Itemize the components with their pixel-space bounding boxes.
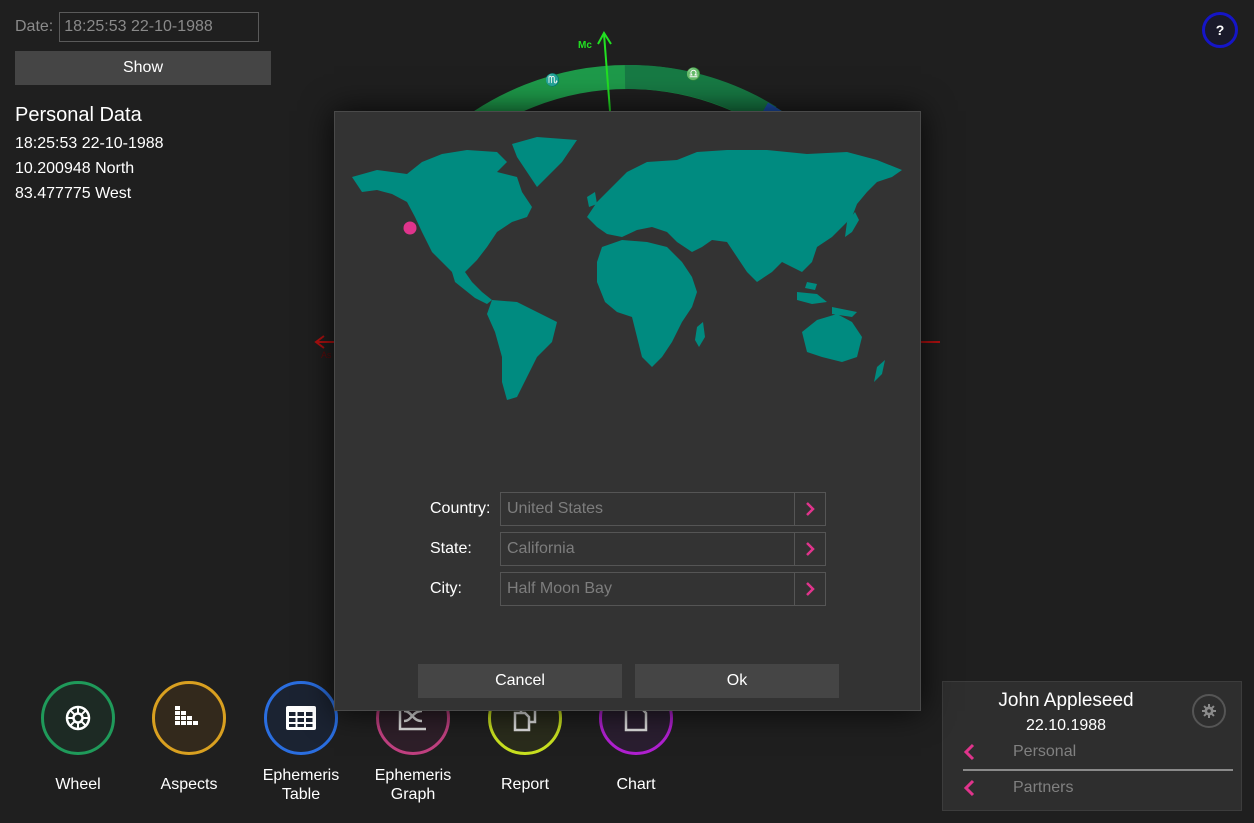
state-field[interactable]: California: [500, 532, 826, 566]
mc-arrow: [603, 33, 611, 112]
country-value: United States: [507, 500, 604, 517]
nav-wheel-circle[interactable]: [41, 681, 115, 755]
help-button[interactable]: ?: [1202, 12, 1238, 48]
nav-aspects-circle[interactable]: [152, 681, 226, 755]
location-form: Country: United States State: California…: [430, 492, 826, 612]
city-select-button[interactable]: [794, 573, 825, 605]
nav-aspects[interactable]: Aspects: [134, 681, 244, 794]
continent-australia: [802, 314, 862, 362]
settings-button[interactable]: [1192, 694, 1226, 728]
continent-africa: [597, 240, 697, 367]
nav-report-label: Report: [500, 776, 550, 793]
state-select-button[interactable]: [794, 533, 825, 565]
date-label: Date:: [15, 18, 54, 35]
chevron-right-icon: [806, 542, 815, 556]
city-value: Half Moon Bay: [507, 580, 612, 597]
sign-libra-icon: ♎: [686, 67, 701, 81]
nav-ephemeris-table-circle[interactable]: [264, 681, 338, 755]
chevron-left-icon: [963, 779, 975, 797]
personal-latitude: 10.200948 North: [15, 160, 135, 177]
personal-data-panel: Personal Data 18:25:53 22-10-1988 10.200…: [15, 104, 164, 206]
city-row: City: Half Moon Bay: [430, 572, 826, 606]
profile-name: John Appleseed: [998, 690, 1134, 711]
profile-item-partners[interactable]: Partners: [963, 773, 1233, 803]
nav-ephemeris-table-label: Ephemeris Table: [262, 767, 340, 803]
wheel-icon: [65, 705, 91, 731]
personal-longitude: 83.477775 West: [15, 185, 132, 202]
asc-label: As: [321, 350, 332, 360]
date-row: Date:: [15, 12, 260, 42]
island-new-zealand: [874, 360, 885, 382]
state-label: State:: [430, 540, 472, 557]
asc-arrowhead: [314, 335, 325, 349]
island-madagascar: [695, 322, 705, 347]
country-label: Country:: [430, 500, 491, 517]
city-label: City:: [430, 580, 462, 597]
city-field[interactable]: Half Moon Bay: [500, 572, 826, 606]
profile-card: John Appleseed 22.10.1988 Personal Partn…: [942, 681, 1242, 811]
country-field[interactable]: United States: [500, 492, 826, 526]
state-value: California: [507, 540, 575, 557]
nav-ephemeris-graph-label: Ephemeris Graph: [374, 767, 452, 803]
profile-date: 22.10.1988: [1025, 717, 1107, 734]
continent-greenland: [512, 137, 577, 187]
continent-central-america: [452, 272, 492, 304]
aspects-icon: [175, 706, 198, 725]
cancel-button[interactable]: Cancel: [418, 664, 622, 698]
country-row: Country: United States: [430, 492, 826, 526]
ok-button[interactable]: Ok: [635, 664, 839, 698]
country-select-button[interactable]: [794, 493, 825, 525]
date-input[interactable]: [59, 12, 260, 42]
nav-wheel[interactable]: Wheel: [23, 681, 133, 794]
table-icon: [286, 706, 316, 730]
profile-item-label: Personal: [1013, 743, 1077, 760]
continent-south-america: [487, 300, 557, 400]
world-map[interactable]: [347, 132, 912, 412]
show-button[interactable]: Show: [15, 51, 271, 85]
chevron-right-icon: [806, 502, 815, 516]
location-dialog: Country: United States State: California…: [334, 111, 921, 711]
profile-item-personal[interactable]: Personal: [963, 737, 1233, 767]
nav-chart-label: Chart: [616, 776, 656, 793]
sign-scorpio-icon: ♏: [545, 73, 560, 87]
profile-item-label: Partners: [1013, 779, 1074, 796]
state-row: State: California: [430, 532, 826, 566]
question-icon: ?: [1215, 22, 1225, 38]
chevron-right-icon: [806, 582, 815, 596]
divider: [963, 769, 1233, 771]
islands-southeast-asia: [797, 282, 857, 317]
nav-wheel-label: Wheel: [55, 776, 101, 793]
personal-data-title: Personal Data: [15, 104, 142, 126]
chevron-left-icon: [963, 743, 975, 761]
gear-icon: [1202, 704, 1216, 718]
nav-aspects-label: Aspects: [160, 776, 218, 793]
personal-datetime: 18:25:53 22-10-1988: [15, 135, 164, 152]
continent-north-america: [352, 150, 532, 282]
mc-label: Mc: [578, 40, 592, 51]
mc-arrowhead: [597, 31, 612, 45]
location-marker[interactable]: [403, 221, 417, 235]
